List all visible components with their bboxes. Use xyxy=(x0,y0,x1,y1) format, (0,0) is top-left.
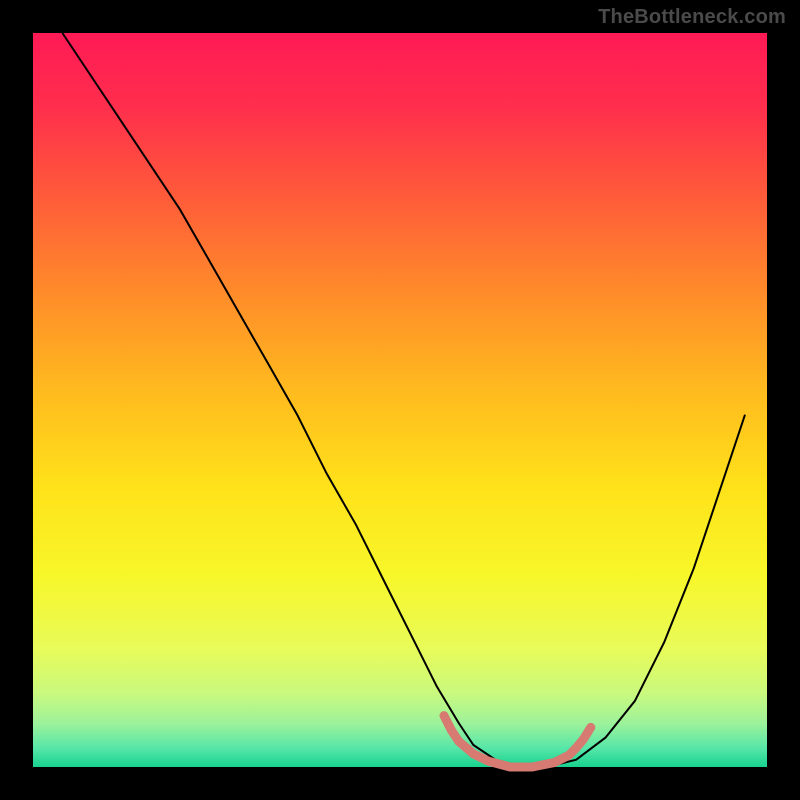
chart-svg xyxy=(0,0,800,800)
chart-frame: TheBottleneck.com xyxy=(0,0,800,800)
watermark-text: TheBottleneck.com xyxy=(598,6,786,29)
